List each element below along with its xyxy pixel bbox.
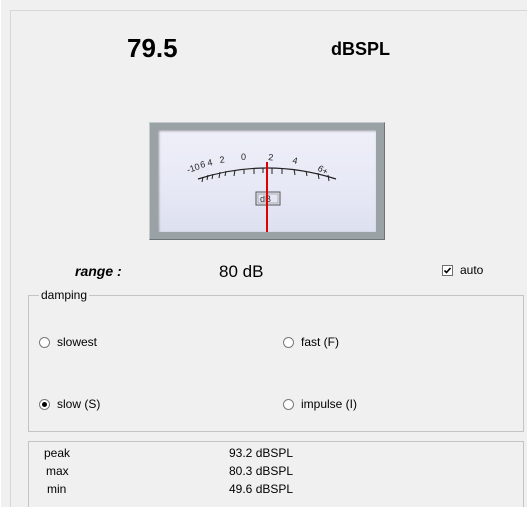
panel-border [0,0,1,507]
spl-meter-panel: 79.5 dBSPL -10 6 4 2 0 2 4 6+ dB range:… [0,0,527,507]
radio-button[interactable] [39,336,50,348]
damping-radio-fast[interactable]: fast (F) [283,335,339,349]
damping-radio-slowest[interactable]: slowest [39,335,97,349]
spl-reading-unit: dBSPL [331,39,391,59]
radio-label: slowest [57,335,98,349]
scale-label: 2 [219,154,225,165]
stat-label: max [46,464,69,478]
vu-meter-scale: -10 6 4 2 0 2 4 6+ dB [186,152,337,232]
stat-label: peak [44,446,71,460]
range-label: range : [75,263,122,279]
meter-scale-labels: -10 6 4 2 0 2 4 6+ [186,152,330,177]
stat-value: 80.3 dBSPL [229,464,294,478]
radio-button[interactable] [39,398,50,410]
panel-border-inner-left [10,10,11,507]
checkmark-icon [443,266,452,274]
radio-label: fast (F) [301,335,339,349]
auto-checkbox[interactable]: auto [442,263,483,277]
damping-radio-impulse[interactable]: impulse (I) [283,397,357,411]
damping-radio-slow[interactable]: slow (S) [39,397,100,411]
scale-label: 6 [199,159,206,170]
radio-button[interactable] [283,398,294,410]
auto-checkbox-label: auto [460,263,484,277]
vu-meter: -10 6 4 2 0 2 4 6+ dB [149,122,385,240]
stat-label: min [47,482,67,496]
scale-label: -10 [186,161,201,175]
scale-label: 4 [292,155,299,166]
meter-ticks [201,168,330,183]
scale-label: 4 [206,157,213,168]
db-unit-label: dB [260,194,271,204]
damping-groupbox-title: damping [39,288,90,302]
stat-value: 49.6 dBSPL [229,482,294,496]
radio-label: impulse (I) [301,397,358,411]
auto-checkbox-box[interactable] [442,264,453,276]
damping-groupbox [28,295,524,432]
range-value[interactable]: 80 dB [219,262,263,282]
panel-border-inner-top [10,10,527,11]
scale-label: 2 [268,152,274,162]
radio-label: slow (S) [57,397,101,411]
scale-label: 0 [241,152,246,162]
radio-button[interactable] [283,336,294,348]
stat-value: 93.2 dBSPL [229,446,294,460]
spl-reading-value: 79.5 [127,33,178,63]
vu-meter-face: -10 6 4 2 0 2 4 6+ dB [158,130,376,232]
